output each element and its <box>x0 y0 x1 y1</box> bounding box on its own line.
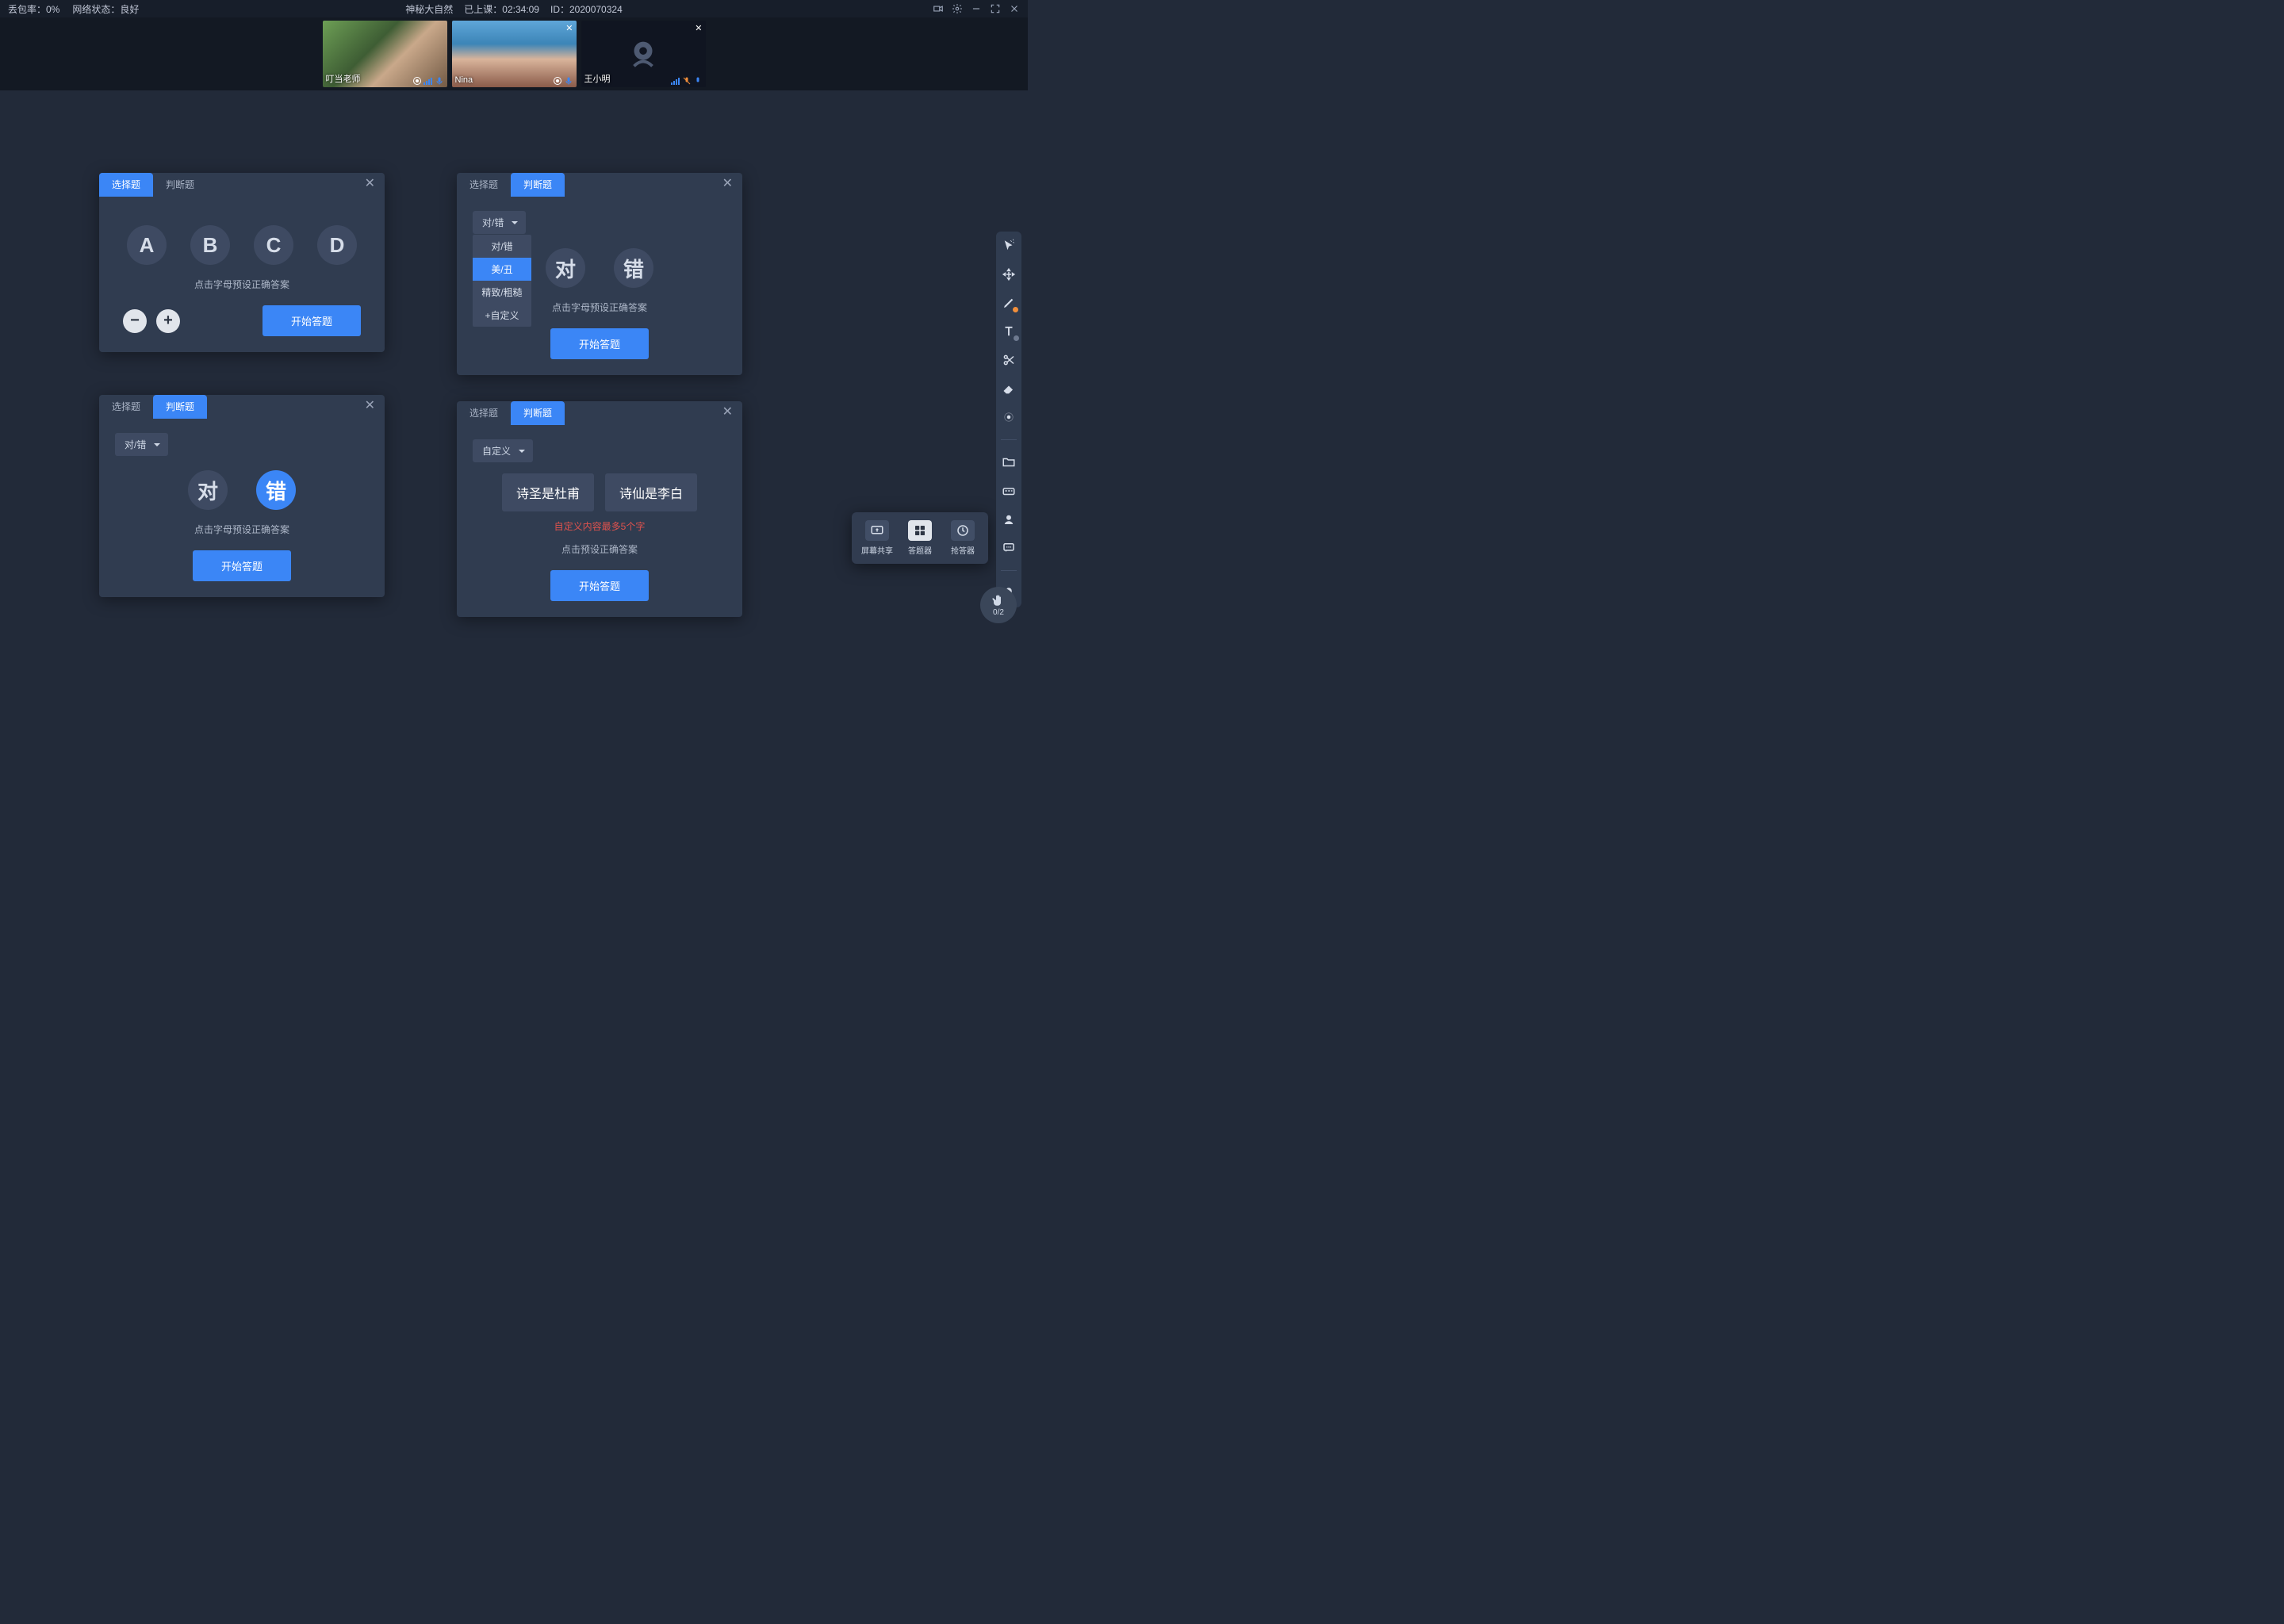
quiz-tool-button[interactable]: 答题器 <box>904 520 936 556</box>
judge-type-dropdown[interactable]: 对/错 <box>473 211 526 234</box>
option-c[interactable]: C <box>254 225 293 265</box>
signal-icon <box>671 75 680 85</box>
panel-close-icon[interactable]: ✕ <box>355 395 385 419</box>
start-quiz-button[interactable]: 开始答题 <box>550 328 649 359</box>
judge-type-dropdown[interactable]: 自定义 <box>473 439 533 462</box>
option-true[interactable]: 对 <box>546 248 585 288</box>
tab-judge[interactable]: 判断题 <box>153 173 207 197</box>
record-icon <box>412 75 422 85</box>
mic-icon <box>564 75 573 85</box>
session-id: ID：2020070324 <box>550 2 623 16</box>
files-icon[interactable] <box>1001 454 1017 470</box>
panel-close-icon[interactable]: ✕ <box>713 173 742 197</box>
top-status-bar: 丢包率：0% 网络状态：良好 神秘大自然 已上课：02:34:09 ID：202… <box>0 0 1028 17</box>
video-cell-student[interactable]: ✕ 王小明 <box>581 21 706 87</box>
increase-options-button[interactable]: + <box>156 309 180 333</box>
custom-option[interactable]: 诗仙是李白 <box>605 473 697 511</box>
video-name: 王小明 <box>584 72 611 85</box>
judge-type-menu: 对/错 美/丑 精致/粗糙 +自定义 <box>473 235 531 327</box>
tab-choice[interactable]: 选择题 <box>99 395 153 419</box>
judge-type-dropdown[interactable]: 对/错 <box>115 433 168 456</box>
cursor-tool-icon[interactable] <box>1001 238 1017 254</box>
close-window-icon[interactable] <box>1009 3 1020 14</box>
tab-choice[interactable]: 选择题 <box>99 173 153 197</box>
eraser-tool-icon[interactable] <box>1001 381 1017 396</box>
quiz-panel-custom: 选择题 判断题 ✕ 自定义 诗圣是杜甫 诗仙是李白 自定义内容最多5个字 点击预… <box>457 401 742 617</box>
text-tool-icon[interactable] <box>1001 324 1017 339</box>
right-toolbar <box>996 232 1021 607</box>
hint-text: 点击预设正确答案 <box>473 542 726 556</box>
packet-loss: 丢包率：0% <box>8 2 59 16</box>
apps-icon[interactable] <box>1001 483 1017 499</box>
option-false[interactable]: 错 <box>256 470 296 510</box>
tab-judge[interactable]: 判断题 <box>511 173 565 197</box>
raise-hand-button[interactable]: 0/2 <box>980 587 1017 623</box>
panel-close-icon[interactable]: ✕ <box>355 173 385 197</box>
option-false[interactable]: 错 <box>614 248 653 288</box>
video-cell-teacher[interactable]: 叮当老师 <box>323 21 447 87</box>
start-quiz-button[interactable]: 开始答题 <box>550 570 649 601</box>
video-name: Nina <box>455 75 473 85</box>
start-quiz-button[interactable]: 开始答题 <box>193 550 291 581</box>
video-cell-student[interactable]: ✕ Nina <box>452 21 577 87</box>
dd-item[interactable]: 对/错 <box>473 235 531 258</box>
class-title: 神秘大自然 <box>405 2 453 16</box>
quiz-panel-judge-dropdown: 选择题 判断题 ✕ 对/错 对/错 美/丑 精致/粗糙 +自定义 对 错 <box>457 173 742 375</box>
move-tool-icon[interactable] <box>1001 266 1017 282</box>
dd-item[interactable]: 美/丑 <box>473 258 531 281</box>
pen-tool-icon[interactable] <box>1001 295 1017 311</box>
mic-muted-icon <box>682 75 692 85</box>
laser-tool-icon[interactable] <box>1001 409 1017 425</box>
scissors-tool-icon[interactable] <box>1001 352 1017 368</box>
dd-item[interactable]: 精致/粗糙 <box>473 281 531 304</box>
decrease-options-button[interactable]: − <box>123 309 147 333</box>
camera-toggle-icon[interactable] <box>933 3 944 14</box>
quiz-panel-judge-selected: 选择题 判断题 ✕ 对/错 对 错 点击字母预设正确答案 开始答题 <box>99 395 385 597</box>
error-text: 自定义内容最多5个字 <box>473 519 726 533</box>
video-name: 叮当老师 <box>326 72 361 85</box>
option-b[interactable]: B <box>190 225 230 265</box>
hand-count: 0/2 <box>993 608 1004 617</box>
elapsed-time: 已上课：02:34:09 <box>464 2 539 16</box>
tab-judge[interactable]: 判断题 <box>153 395 207 419</box>
quiz-panel-choice: 选择题 判断题 ✕ A B C D 点击字母预设正确答案 − + 开始答题 <box>99 173 385 352</box>
mic-icon <box>693 75 703 85</box>
video-close-icon[interactable]: ✕ <box>695 23 702 33</box>
screen-share-button[interactable]: 屏幕共享 <box>861 520 893 556</box>
hint-text: 点击字母预设正确答案 <box>115 278 369 291</box>
chat-icon[interactable] <box>1001 540 1017 556</box>
tab-choice[interactable]: 选择题 <box>457 173 511 197</box>
minimize-icon[interactable] <box>971 3 982 14</box>
start-quiz-button[interactable]: 开始答题 <box>263 305 361 336</box>
fullscreen-icon[interactable] <box>990 3 1001 14</box>
dd-item[interactable]: +自定义 <box>473 304 531 327</box>
buzzer-tool-button[interactable]: 抢答器 <box>947 520 979 556</box>
hint-text: 点击字母预设正确答案 <box>115 523 369 536</box>
tab-judge[interactable]: 判断题 <box>511 401 565 425</box>
option-true[interactable]: 对 <box>188 470 228 510</box>
network-status: 网络状态：良好 <box>72 2 139 16</box>
custom-option[interactable]: 诗圣是杜甫 <box>502 473 594 511</box>
tab-choice[interactable]: 选择题 <box>457 401 511 425</box>
video-close-icon[interactable]: ✕ <box>565 23 573 33</box>
record-icon <box>553 75 562 85</box>
panel-close-icon[interactable]: ✕ <box>713 401 742 425</box>
signal-icon <box>423 75 433 85</box>
users-icon[interactable] <box>1001 511 1017 527</box>
settings-icon[interactable] <box>952 3 963 14</box>
video-strip: 叮当老师 ✕ Nina ✕ 王小明 <box>0 17 1028 90</box>
teaching-tools-popup: 屏幕共享 答题器 抢答器 <box>852 512 988 564</box>
mic-icon <box>435 75 444 85</box>
option-d[interactable]: D <box>317 225 357 265</box>
option-a[interactable]: A <box>127 225 167 265</box>
whiteboard-area: 选择题 判断题 ✕ A B C D 点击字母预设正确答案 − + 开始答题 选择 <box>0 90 1028 731</box>
